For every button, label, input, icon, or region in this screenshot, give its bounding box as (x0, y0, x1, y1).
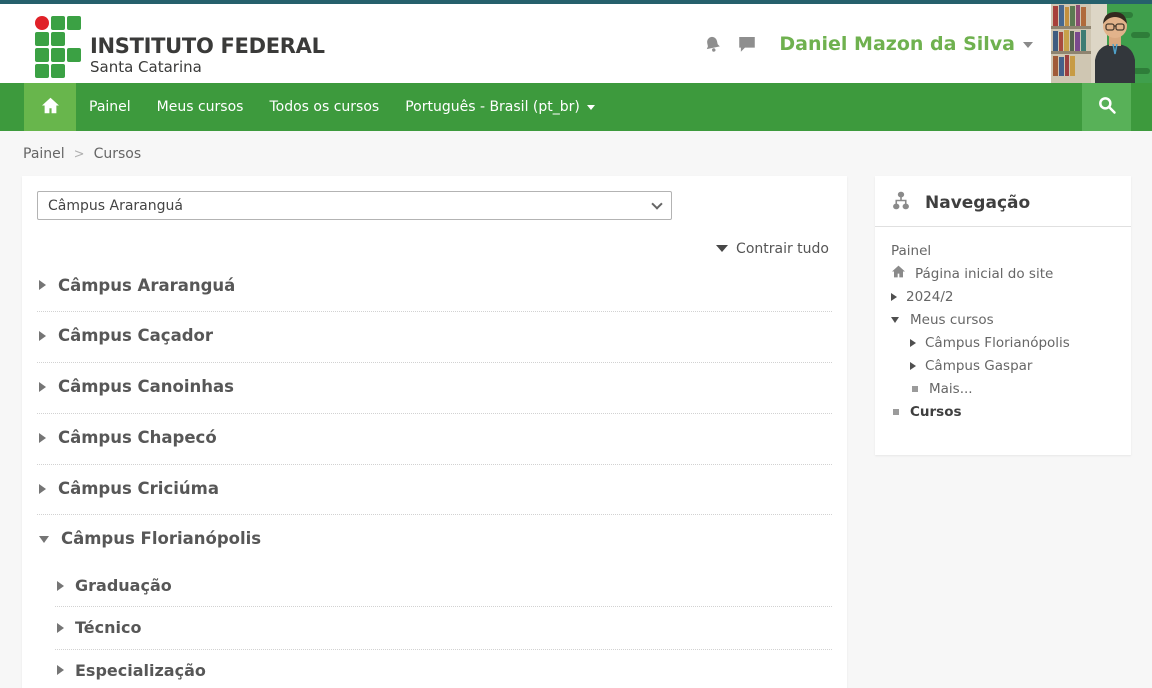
nav-tree-item-campus-florianopolis: Câmpus Florianópolis (891, 331, 1115, 354)
navigation-tree: Painel Página inicial do site 2024/2 Meu… (875, 227, 1131, 423)
home-icon (41, 97, 60, 118)
nav-item-language[interactable]: Português - Brasil (pt_br) (392, 83, 608, 131)
triangle-right-icon (57, 623, 64, 634)
triangle-right-icon (39, 381, 46, 392)
category-row-cacador[interactable]: Câmpus Caçador (37, 312, 832, 364)
logo-subtitle: Santa Catarina (90, 58, 202, 77)
category-list: Câmpus Araranguá Câmpus Caçador Câmpus C… (37, 262, 832, 688)
user-menu[interactable]: Daniel Mazon da Silva (779, 33, 1033, 55)
logo-title: INSTITUTO FEDERAL (90, 34, 325, 58)
subcategory-row-graduacao[interactable]: Graduação (55, 565, 832, 608)
caret-down-icon (1023, 42, 1033, 48)
header-right: Daniel Mazon da Silva (700, 4, 1152, 83)
ifsc-logo-icon (35, 16, 81, 78)
sitemap-icon (891, 191, 911, 214)
breadcrumb-item-painel[interactable]: Painel (23, 146, 65, 162)
campus-select[interactable]: Câmpus Araranguá (37, 191, 672, 220)
triangle-down-icon (39, 535, 49, 543)
course-categories-panel: Câmpus Araranguá Contrair tudo Câmpus Ar… (22, 176, 847, 688)
nav-tree-item-pagina-inicial: Página inicial do site (891, 262, 1115, 285)
search-icon (1097, 95, 1117, 119)
triangle-down-icon[interactable] (891, 316, 899, 323)
category-row-canoinhas[interactable]: Câmpus Canoinhas (37, 363, 832, 414)
site-header: INSTITUTO FEDERAL Santa Catarina Daniel … (0, 4, 1152, 83)
triangle-down-icon (716, 245, 729, 252)
subcategory-row-especializacao[interactable]: Especialização (55, 650, 832, 688)
caret-down-icon (586, 104, 595, 110)
navigation-title: Navegação (925, 192, 1031, 213)
subcategory-row-tecnico[interactable]: Técnico (55, 607, 832, 650)
category-row-chapeco[interactable]: Câmpus Chapecó (37, 414, 832, 465)
nav-tree-item-meus-cursos: Meus cursos (891, 308, 1115, 331)
user-name: Daniel Mazon da Silva (779, 32, 1015, 55)
triangle-right-icon[interactable] (910, 361, 916, 370)
collapse-all-row: Contrair tudo (37, 237, 829, 257)
nav-tree-item-2024-2: 2024/2 (891, 285, 1115, 308)
category-row-florianopolis[interactable]: Câmpus Florianópolis (37, 515, 832, 565)
breadcrumb: Painel > Cursos (23, 146, 141, 162)
messages-chat-icon[interactable] (735, 32, 759, 56)
square-bullet-icon (912, 385, 918, 392)
breadcrumb-separator: > (73, 146, 85, 162)
triangle-right-icon (39, 483, 46, 494)
nav-item-todos-os-cursos[interactable]: Todos os cursos (256, 83, 392, 131)
user-avatar[interactable] (1051, 4, 1152, 83)
nav-tree-item-painel: Painel (891, 242, 932, 259)
breadcrumb-item-cursos[interactable]: Cursos (94, 146, 142, 162)
triangle-right-icon[interactable] (891, 292, 897, 301)
triangle-right-icon (57, 665, 64, 676)
ifsc-logo-link[interactable]: INSTITUTO FEDERAL Santa Catarina (35, 14, 325, 78)
logo-text: INSTITUTO FEDERAL Santa Catarina (90, 14, 325, 77)
nav-item-painel[interactable]: Painel (76, 83, 144, 131)
nav-search-button[interactable] (1082, 83, 1131, 131)
nav-home-button[interactable] (24, 83, 76, 131)
main-navbar: Painel Meus cursos Todos os cursos Portu… (0, 83, 1152, 131)
navigation-block-header: Navegação (875, 176, 1131, 227)
nav-item-meus-cursos[interactable]: Meus cursos (144, 83, 257, 131)
triangle-right-icon (57, 580, 64, 591)
navigation-block: Navegação Painel Página inicial do site … (875, 176, 1131, 455)
nav-tree-item-campus-gaspar: Câmpus Gaspar (891, 354, 1115, 377)
category-row-criciuma[interactable]: Câmpus Criciúma (37, 465, 832, 516)
triangle-right-icon[interactable] (910, 338, 916, 347)
square-bullet-icon (893, 408, 899, 415)
notifications-bell-icon[interactable] (698, 29, 726, 57)
subcategory-list: Graduação Técnico Especialização (55, 565, 832, 688)
nav-tree-item-mais: Mais... (891, 377, 1115, 400)
home-icon (891, 265, 906, 282)
campus-select-wrap: Câmpus Araranguá (37, 191, 672, 220)
triangle-right-icon (39, 331, 46, 342)
nav-tree-item-cursos: Cursos (891, 400, 1115, 423)
triangle-right-icon (39, 280, 46, 291)
triangle-right-icon (39, 432, 46, 443)
collapse-all-link[interactable]: Contrair tudo (716, 241, 829, 257)
category-row-ararangua[interactable]: Câmpus Araranguá (37, 262, 832, 313)
